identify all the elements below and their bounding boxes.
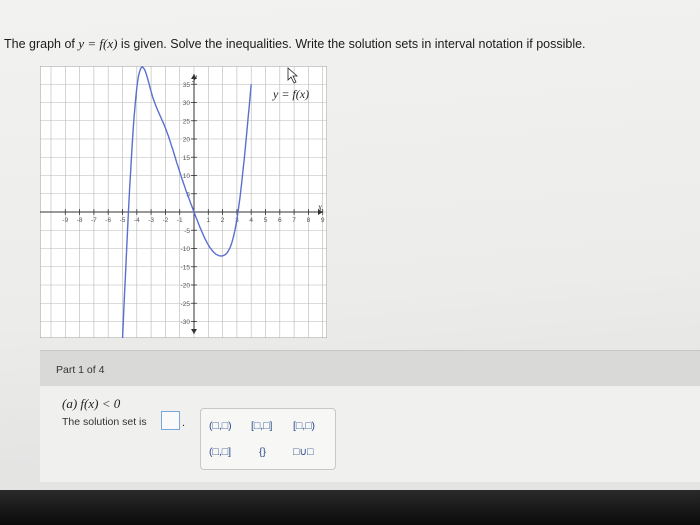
y-tick-label: -15 — [181, 264, 191, 271]
closed-interval-button[interactable]: [□,□] — [251, 420, 272, 432]
y-tick-label: 25 — [183, 118, 191, 125]
curve-label: y = f(x) — [272, 87, 309, 101]
x-tick-label: -6 — [105, 217, 111, 224]
page-bottom-edge — [0, 482, 700, 490]
x-tick-label: -2 — [163, 217, 169, 224]
x-tick-label: 7 — [292, 217, 296, 224]
y-tick-label: -5 — [184, 228, 190, 235]
part-label: Part 1 of 4 — [56, 364, 105, 376]
solution-label: The solution set is — [62, 416, 147, 428]
page: The graph of y = f(x) is given. Solve th… — [0, 0, 700, 525]
y-tick-label: 35 — [183, 82, 191, 89]
x-tick-label: 4 — [249, 217, 253, 224]
graph: -9 -8 -7 -6 -5 -4 -3 -2 -1 1 2 3 4 5 6 7 8 9 35 30 25 20 15 10 5… — [39, 65, 328, 344]
screen-bezel — [0, 490, 700, 525]
x-tick-label: -9 — [62, 217, 68, 224]
y-tick-label: 15 — [183, 155, 191, 162]
answer-input[interactable] — [161, 411, 180, 430]
half-open-right-button[interactable]: [□,□) — [293, 420, 315, 432]
y-tick-label: 20 — [183, 137, 191, 144]
y-tick-label: -10 — [181, 246, 191, 253]
x-tick-label: 1 — [206, 217, 210, 224]
y-tick-label: -35 — [181, 337, 191, 338]
question-text: The graph of y = f(x) is given. Solve th… — [4, 36, 694, 52]
part-header: Part 1 of 4 — [40, 350, 700, 387]
interval-palette: (□,□) [□,□] [□,□) (□,□] {} □∪□ — [200, 408, 336, 470]
union-button[interactable]: □∪□ — [293, 446, 313, 458]
x-axis-name: x — [317, 202, 322, 212]
y-tick-label: 30 — [183, 100, 191, 107]
subquestion-text: (a) f(x) < 0 — [62, 396, 121, 411]
question-function: y = f(x) — [78, 36, 118, 51]
y-tick-label: -30 — [181, 319, 191, 326]
graph-svg: -9 -8 -7 -6 -5 -4 -3 -2 -1 1 2 3 4 5 6 7 8 93530252015105… — [39, 65, 328, 344]
x-tick-label: 9 — [321, 217, 325, 224]
x-tick-label: 2 — [221, 217, 225, 224]
y-tick-label: -25 — [181, 301, 191, 308]
x-tick-label: 6 — [278, 217, 282, 224]
question-suffix: is given. Solve the inequalities. Write … — [117, 37, 586, 51]
question-prefix: The graph of — [4, 37, 79, 51]
half-open-left-button[interactable]: (□,□] — [209, 446, 231, 458]
x-tick-label: -1 — [177, 217, 183, 224]
y-tick-label: 10 — [183, 173, 191, 180]
subquestion-label: (a) f(x) < 0 — [62, 396, 120, 412]
y-axis-name: y — [192, 72, 197, 82]
x-tick-label: -5 — [120, 217, 126, 224]
y-tick-label: -20 — [181, 283, 191, 290]
x-tick-label: -8 — [77, 217, 83, 224]
x-tick-label: 8 — [307, 217, 311, 224]
x-tick-label: -7 — [91, 217, 97, 224]
x-tick-label: -3 — [148, 217, 154, 224]
answer-period: . — [182, 417, 186, 429]
open-interval-button[interactable]: (□,□) — [209, 420, 232, 432]
x-tick-label: -4 — [134, 217, 140, 224]
x-tick-label: 5 — [264, 217, 268, 224]
answer-area: (a) f(x) < 0 The solution set is . (□,□)… — [40, 386, 700, 483]
empty-set-button[interactable]: {} — [259, 446, 266, 458]
